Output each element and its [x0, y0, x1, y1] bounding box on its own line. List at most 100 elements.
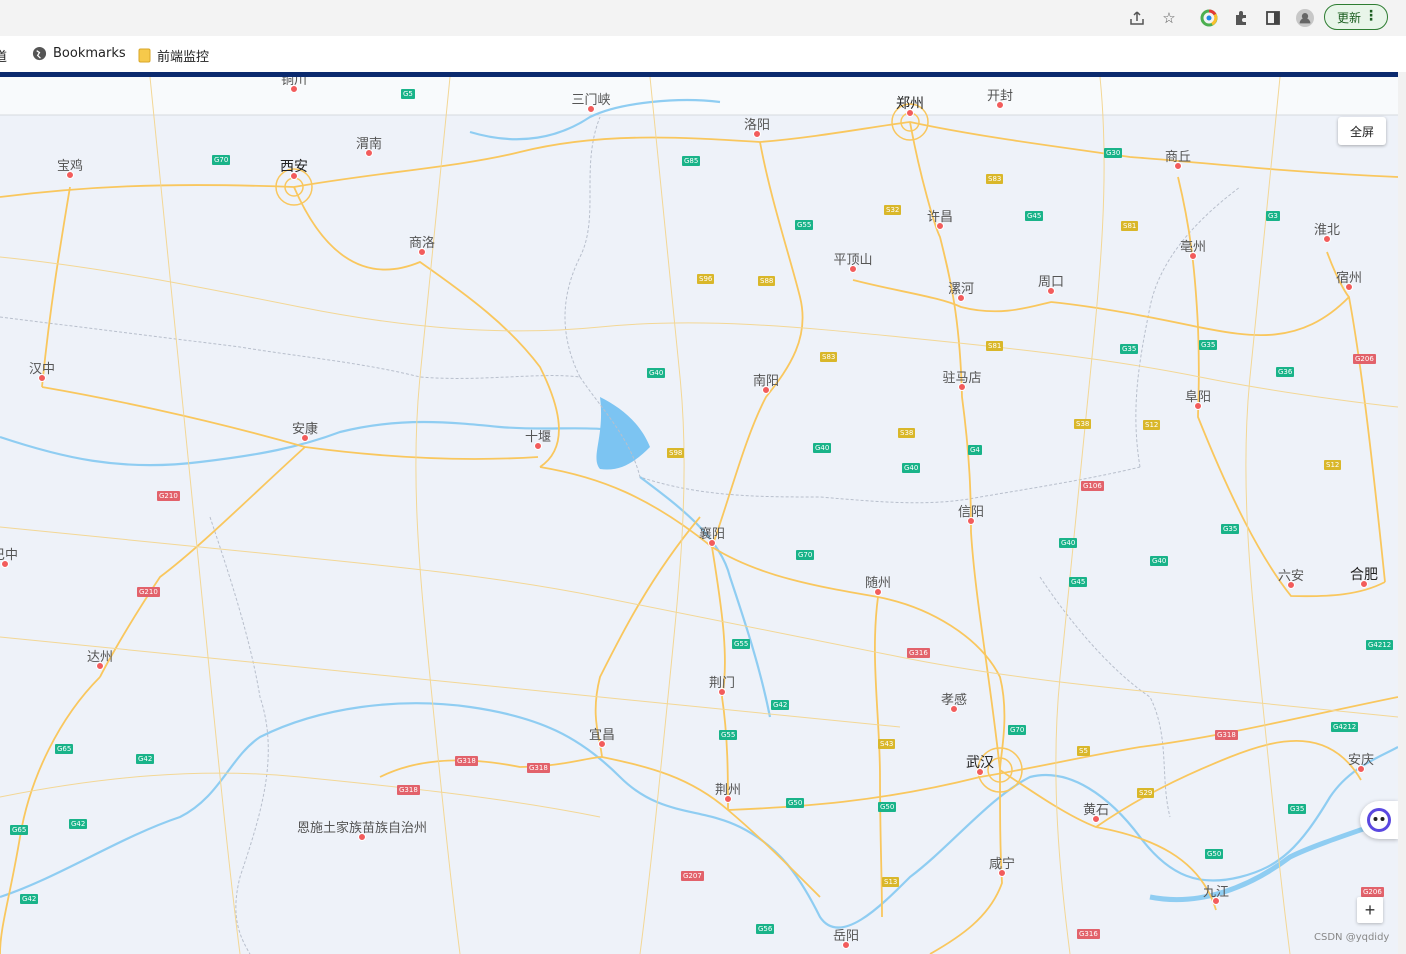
road-shield: G65	[10, 825, 29, 835]
city-marker-icon	[358, 833, 366, 841]
road-shield: G206	[1353, 354, 1376, 364]
more-vert-icon: ⋮	[1364, 8, 1378, 24]
road-shield: S83	[986, 174, 1004, 184]
road-shield: G70	[212, 155, 231, 165]
road-shield: G55	[795, 220, 814, 230]
road-shield: S81	[1121, 221, 1139, 231]
city-marker-icon	[598, 740, 606, 748]
road-shield: G55	[719, 730, 738, 740]
bookmark-item-frontend-monitor[interactable]: 前端监控	[138, 46, 209, 65]
city-marker-icon	[874, 588, 882, 596]
update-button[interactable]: 更新 ⋮	[1324, 4, 1388, 30]
folder-icon	[138, 48, 151, 63]
road-shield: S98	[667, 448, 685, 458]
road-shield: G4212	[1331, 722, 1359, 732]
road-shield: G318	[527, 763, 550, 773]
road-shield: S5	[1077, 746, 1090, 756]
chrome-extension-icon[interactable]	[1200, 9, 1218, 27]
road-shield: G35	[1288, 804, 1307, 814]
road-shield: G5	[401, 89, 415, 99]
city-marker-icon	[957, 294, 965, 302]
road-shield: G4	[968, 445, 982, 455]
road-shield: G42	[136, 754, 155, 764]
road-shield: G35	[1199, 340, 1218, 350]
road-shield: S29	[1137, 788, 1155, 798]
road-shield: G65	[55, 744, 74, 754]
city-marker-icon	[587, 105, 595, 113]
city-marker-icon	[1189, 252, 1197, 260]
road-shield: S83	[820, 352, 838, 362]
road-shield: S12	[1324, 460, 1342, 470]
road-shield: G318	[455, 756, 478, 766]
city-marker-icon	[290, 85, 298, 93]
road-shield: G40	[1059, 538, 1078, 548]
road-shield: G318	[1215, 730, 1238, 740]
city-marker-icon	[534, 442, 542, 450]
road-shield: S13	[882, 877, 900, 887]
page-scrollbar[interactable]	[1398, 72, 1406, 954]
city-ring-roads	[275, 103, 1023, 793]
city-marker-icon	[1174, 162, 1182, 170]
road-shield: G45	[1069, 577, 1088, 587]
city-marker-icon	[290, 172, 298, 180]
road-shield: G316	[907, 648, 930, 658]
city-marker-icon	[998, 869, 1006, 877]
road-shield: G50	[786, 798, 805, 808]
bookmark-item-dao[interactable]: 道	[0, 46, 7, 65]
city-marker-icon	[418, 248, 426, 256]
profile-avatar-icon[interactable]	[1296, 9, 1314, 27]
map-canvas[interactable]: 铜川 三门峡 郑州 开封 宝鸡 西安 渭南 洛阳 商丘 许昌 商洛 平顶山 淮北 亳州 漯河 周口 宿州 汉中 南阳…	[0, 77, 1398, 954]
fullscreen-button[interactable]: 全屏	[1338, 117, 1386, 145]
city-marker-icon	[842, 941, 850, 949]
side-panel-icon[interactable]	[1264, 9, 1282, 27]
road-shield: G56	[756, 924, 775, 934]
star-icon[interactable]: ☆	[1160, 9, 1178, 27]
city-marker-icon	[724, 795, 732, 803]
road-shield: G35	[1120, 344, 1139, 354]
road-shield: G40	[813, 443, 832, 453]
city-marker-icon	[849, 265, 857, 273]
road-shield: G30	[1104, 148, 1123, 158]
road-shield: G42	[771, 700, 790, 710]
road-shield: G36	[1276, 367, 1295, 377]
city-marker-icon	[1212, 897, 1220, 905]
bookmark-item-bookmarks[interactable]: Bookmarks	[32, 46, 126, 61]
city-marker-icon	[1323, 235, 1331, 243]
road-shield: G40	[902, 463, 921, 473]
road-shield: G50	[1205, 849, 1224, 859]
browser-toolbar: ☆ 更新 ⋮	[0, 0, 1406, 36]
road-shield: G210	[157, 491, 180, 501]
city-marker-icon	[976, 768, 984, 776]
national-road-lines	[0, 77, 1398, 954]
city-marker-icon	[753, 130, 761, 138]
road-shield: G40	[1150, 556, 1169, 566]
city-marker-icon	[38, 374, 46, 382]
road-shield: S38	[898, 428, 916, 438]
share-icon[interactable]	[1128, 9, 1146, 27]
road-shield: G50	[878, 802, 897, 812]
road-shield: G70	[1008, 725, 1027, 735]
update-label: 更新	[1337, 10, 1362, 25]
city-marker-icon	[1047, 287, 1055, 295]
assistant-robot-icon[interactable]	[1360, 801, 1398, 839]
city-marker-icon	[96, 662, 104, 670]
map-base-layer	[0, 77, 1398, 954]
city-marker-icon	[967, 517, 975, 525]
city-marker-icon	[1, 560, 9, 568]
city-marker-icon	[1357, 765, 1365, 773]
puzzle-icon[interactable]	[1232, 9, 1250, 27]
road-shield: G55	[732, 639, 751, 649]
city-marker-icon	[718, 688, 726, 696]
road-shield: G206	[1361, 887, 1384, 897]
road-shield: S81	[986, 341, 1004, 351]
city-marker-icon	[1345, 283, 1353, 291]
road-shield: G85	[682, 156, 701, 166]
zoom-in-button[interactable]: +	[1357, 897, 1383, 923]
road-shield: G207	[681, 871, 704, 881]
province-boundaries	[0, 116, 1241, 954]
city-marker-icon	[1360, 580, 1368, 588]
road-shield: G316	[1077, 929, 1100, 939]
road-shield: G3	[1266, 211, 1280, 221]
globe-icon	[32, 46, 47, 61]
road-shield: S32	[884, 205, 902, 215]
